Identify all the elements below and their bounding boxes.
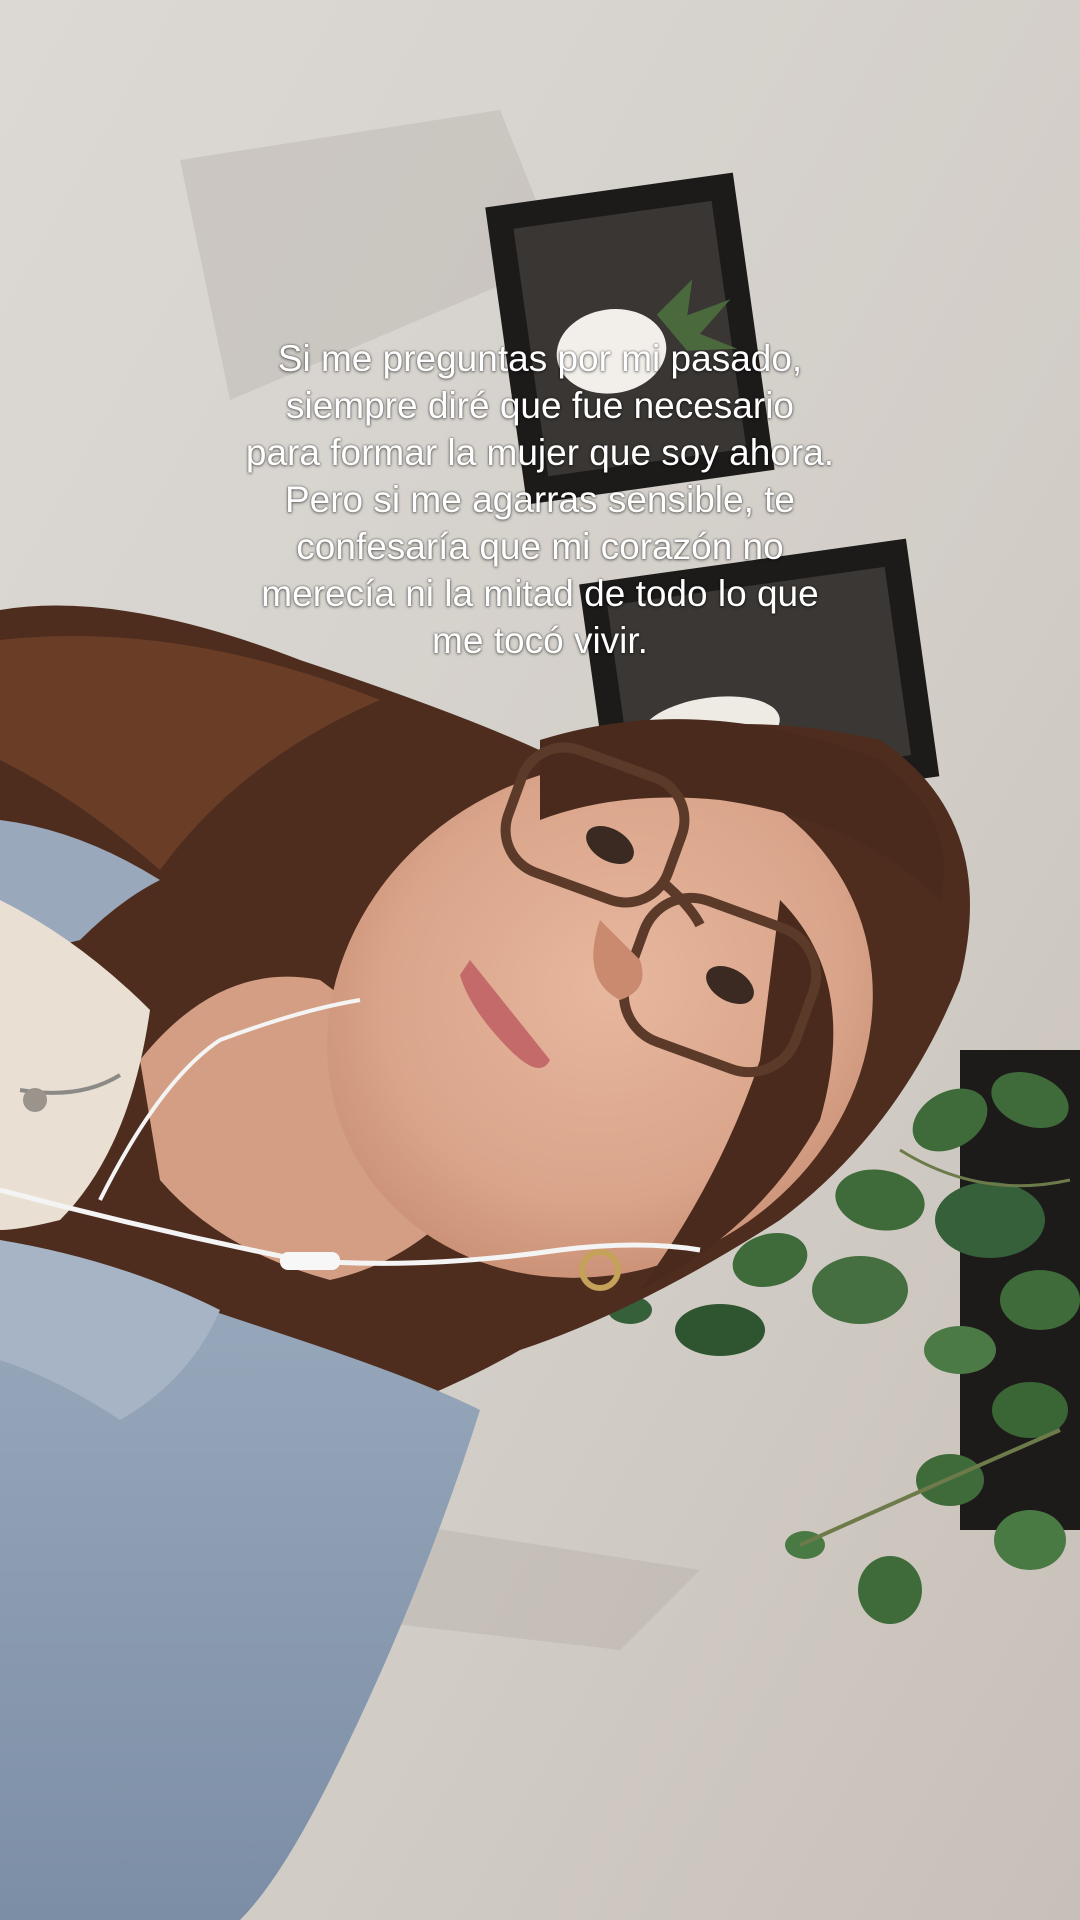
caption-line: Si me preguntas por mi pasado, <box>277 338 803 379</box>
caption-line: merecía ni la mitad de todo lo que <box>261 573 819 614</box>
caption-line: siempre diré que fue necesario <box>285 385 794 426</box>
scene-illustration <box>0 0 1080 1920</box>
photo-background: Si me preguntas por mi pasado, siempre d… <box>0 0 1080 1920</box>
caption-line: confesaría que mi corazón no <box>296 526 784 567</box>
caption-line: para formar la mujer que soy ahora. <box>245 432 835 473</box>
caption-line: Pero si me agarras sensible, te <box>284 479 795 520</box>
caption-overlay: Si me preguntas por mi pasado, siempre d… <box>150 335 930 664</box>
caption-line: me tocó vivir. <box>432 620 648 661</box>
earphone-remote <box>280 1252 340 1270</box>
